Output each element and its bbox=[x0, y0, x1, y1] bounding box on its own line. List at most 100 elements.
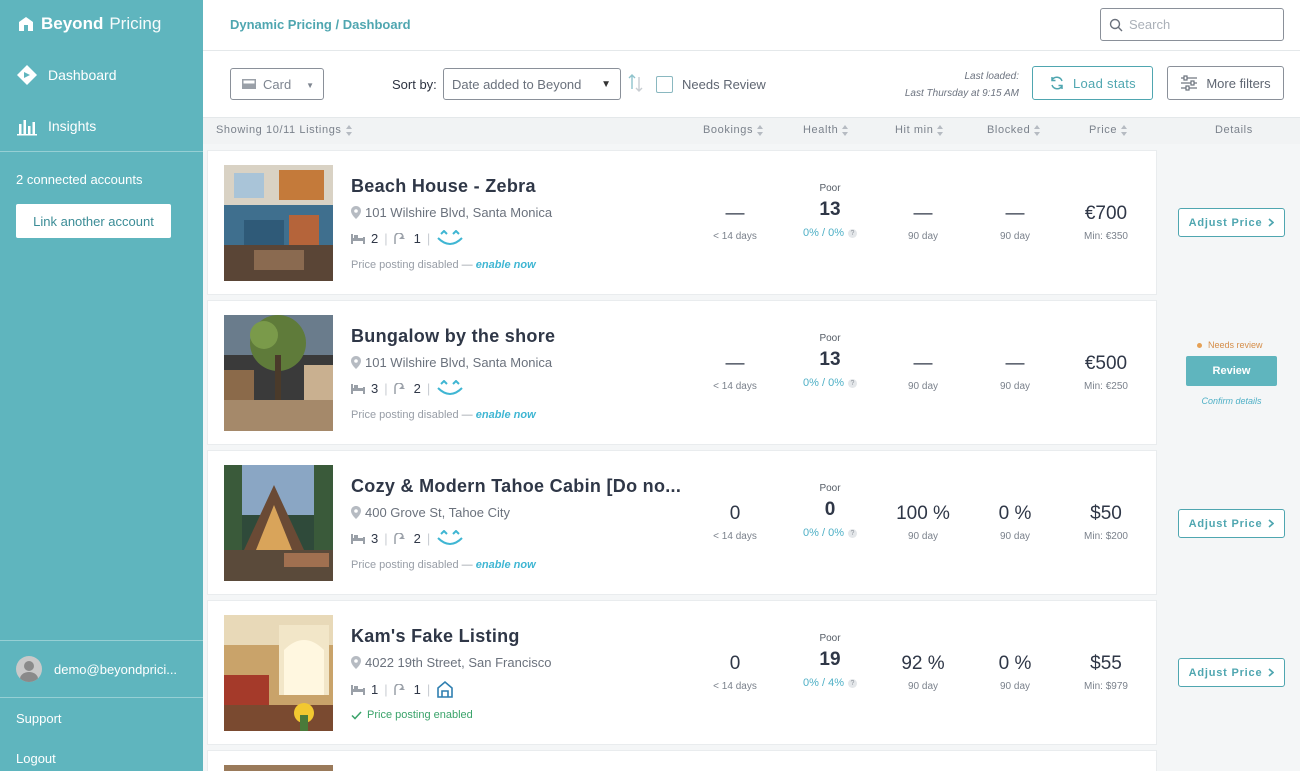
needs-review-text: Needs review bbox=[1208, 340, 1263, 350]
sidebar-item-insights[interactable]: Insights bbox=[16, 115, 96, 137]
logout-link[interactable]: Logout bbox=[16, 751, 56, 766]
help-icon[interactable]: ? bbox=[847, 228, 857, 238]
sort-direction-icon[interactable] bbox=[628, 73, 644, 93]
health-stat: Poor 13 0% / 0%? bbox=[790, 183, 870, 239]
column-health[interactable]: Health bbox=[803, 124, 849, 136]
listing-card[interactable]: Cozy & Modern Tahoe Cabin [Do no... 400 … bbox=[207, 450, 1157, 595]
enable-now-link[interactable]: enable now bbox=[476, 559, 536, 571]
price-stat: $55 Min: $979 bbox=[1066, 653, 1146, 692]
breadcrumb[interactable]: Dynamic Pricing / Dashboard bbox=[230, 17, 411, 32]
blocked-stat: — 90 day bbox=[975, 203, 1055, 242]
hit-min-period: 90 day bbox=[907, 231, 939, 242]
column-headers: Showing 10/11 Listings Bookings Health H… bbox=[203, 118, 1300, 144]
bed-icon bbox=[351, 233, 365, 244]
listing-name[interactable]: Bungalow by the shore bbox=[351, 326, 555, 347]
location-pin-icon bbox=[351, 506, 361, 519]
hit-min-value: 100 % bbox=[896, 503, 950, 524]
support-link[interactable]: Support bbox=[16, 711, 62, 726]
review-button[interactable]: Review bbox=[1186, 356, 1277, 386]
listing-card[interactable]: Bungalow by the shore 101 Wilshire Blvd,… bbox=[207, 300, 1157, 445]
posting-text: Price posting disabled — bbox=[351, 259, 476, 271]
hit-min-value: — bbox=[913, 203, 933, 224]
column-blocked[interactable]: Blocked bbox=[987, 124, 1041, 136]
bookings-value: 0 bbox=[729, 503, 741, 524]
toolbar: Card ▼ Sort by: Date added to Beyond ▼ N… bbox=[203, 51, 1300, 118]
help-icon[interactable]: ? bbox=[847, 378, 857, 388]
baths-count: 2 bbox=[413, 380, 421, 396]
button-label: Adjust Price bbox=[1188, 666, 1263, 679]
help-icon[interactable]: ? bbox=[847, 528, 857, 538]
chevron-right-icon bbox=[1268, 519, 1275, 528]
search-box[interactable] bbox=[1100, 8, 1284, 41]
brand-logo[interactable]: Beyond Pricing bbox=[17, 14, 161, 34]
posting-text: Price posting disabled — bbox=[351, 559, 476, 571]
column-bookings[interactable]: Bookings bbox=[703, 124, 764, 136]
listing-list: Beach House - Zebra 101 Wilshire Blvd, S… bbox=[203, 144, 1300, 771]
blocked-period: 90 day bbox=[999, 681, 1031, 692]
divider: | bbox=[384, 230, 388, 246]
listing-card[interactable]: Beach House - Zebra 101 Wilshire Blvd, S… bbox=[207, 150, 1157, 295]
confirm-details-link[interactable]: Confirm details bbox=[1186, 396, 1277, 406]
adjust-price-button[interactable]: Adjust Price bbox=[1178, 509, 1285, 538]
hit-min-stat: — 90 day bbox=[883, 203, 963, 242]
chevron-down-icon: ▼ bbox=[306, 81, 314, 90]
listing-photo[interactable] bbox=[224, 765, 333, 771]
enable-now-link[interactable]: enable now bbox=[476, 409, 536, 421]
blocked-period: 90 day bbox=[999, 381, 1031, 392]
load-stats-button[interactable]: Load stats bbox=[1032, 66, 1153, 100]
search-input[interactable] bbox=[1129, 17, 1269, 32]
price-stat: €700 Min: €350 bbox=[1066, 203, 1146, 242]
sort-arrows-icon bbox=[345, 124, 353, 136]
needs-review-filter[interactable]: Needs Review bbox=[656, 76, 766, 93]
refresh-icon bbox=[1051, 76, 1063, 90]
blocked-value: 0 % bbox=[998, 503, 1032, 524]
column-label: Price bbox=[1089, 124, 1118, 136]
price-posting-status: Price posting disabled — enable now bbox=[351, 259, 536, 271]
column-price[interactable]: Price bbox=[1089, 124, 1128, 136]
posting-text: Price posting disabled — bbox=[351, 409, 476, 421]
divider: | bbox=[426, 380, 431, 396]
chevron-right-icon bbox=[1268, 668, 1275, 677]
sort-select[interactable]: Date added to Beyond ▼ bbox=[443, 68, 621, 100]
link-account-button[interactable]: Link another account bbox=[16, 204, 171, 238]
listing-photo[interactable] bbox=[224, 615, 333, 731]
adjust-price-button[interactable]: Adjust Price bbox=[1178, 658, 1285, 687]
bookings-period: < 14 days bbox=[713, 231, 757, 242]
listing-photo[interactable] bbox=[224, 465, 333, 581]
sliders-icon bbox=[1181, 75, 1198, 91]
card-view-icon bbox=[242, 79, 256, 89]
button-label: Adjust Price bbox=[1188, 517, 1263, 530]
sidebar-item-dashboard[interactable]: Dashboard bbox=[16, 64, 117, 86]
view-mode-value: Card bbox=[263, 76, 292, 92]
listing-name[interactable]: Beach House - Zebra bbox=[351, 176, 536, 197]
price-stat: €500 Min: €250 bbox=[1066, 353, 1146, 392]
column-hit-min[interactable]: Hit min bbox=[895, 124, 944, 136]
listing-photo[interactable] bbox=[224, 165, 333, 281]
user-menu[interactable]: demo@beyondprici... bbox=[16, 656, 177, 682]
health-label: Poor bbox=[819, 633, 841, 644]
more-filters-button[interactable]: More filters bbox=[1167, 66, 1284, 100]
blocked-stat: 0 % 90 day bbox=[975, 653, 1055, 692]
needs-review-checkbox[interactable] bbox=[656, 76, 673, 93]
health-value: 19 bbox=[819, 649, 841, 670]
listing-card[interactable]: Kam's Fake Listing 4022 19th Street, San… bbox=[207, 600, 1157, 745]
listing-name[interactable]: Cozy & Modern Tahoe Cabin [Do no... bbox=[351, 476, 681, 497]
listing-address: 400 Grove St, Tahoe City bbox=[351, 505, 510, 520]
address-text: 101 Wilshire Blvd, Santa Monica bbox=[365, 205, 553, 220]
listing-meta: 3 | 2 | bbox=[351, 530, 464, 546]
listing-card[interactable] bbox=[207, 750, 1157, 771]
divider: | bbox=[384, 530, 388, 546]
hit-min-period: 90 day bbox=[907, 381, 939, 392]
adjust-price-button[interactable]: Adjust Price bbox=[1178, 208, 1285, 237]
bookings-stat: 0 < 14 days bbox=[695, 653, 775, 692]
help-icon[interactable]: ? bbox=[847, 678, 857, 688]
view-mode-select[interactable]: Card ▼ bbox=[230, 68, 324, 100]
bookings-stat: — < 14 days bbox=[695, 203, 775, 242]
blocked-stat: — 90 day bbox=[975, 353, 1055, 392]
blocked-period: 90 day bbox=[999, 531, 1031, 542]
listing-photo[interactable] bbox=[224, 315, 333, 431]
hit-min-period: 90 day bbox=[907, 531, 939, 542]
column-showing[interactable]: Showing 10/11 Listings bbox=[216, 124, 353, 136]
enable-now-link[interactable]: enable now bbox=[476, 259, 536, 271]
listing-name[interactable]: Kam's Fake Listing bbox=[351, 626, 520, 647]
